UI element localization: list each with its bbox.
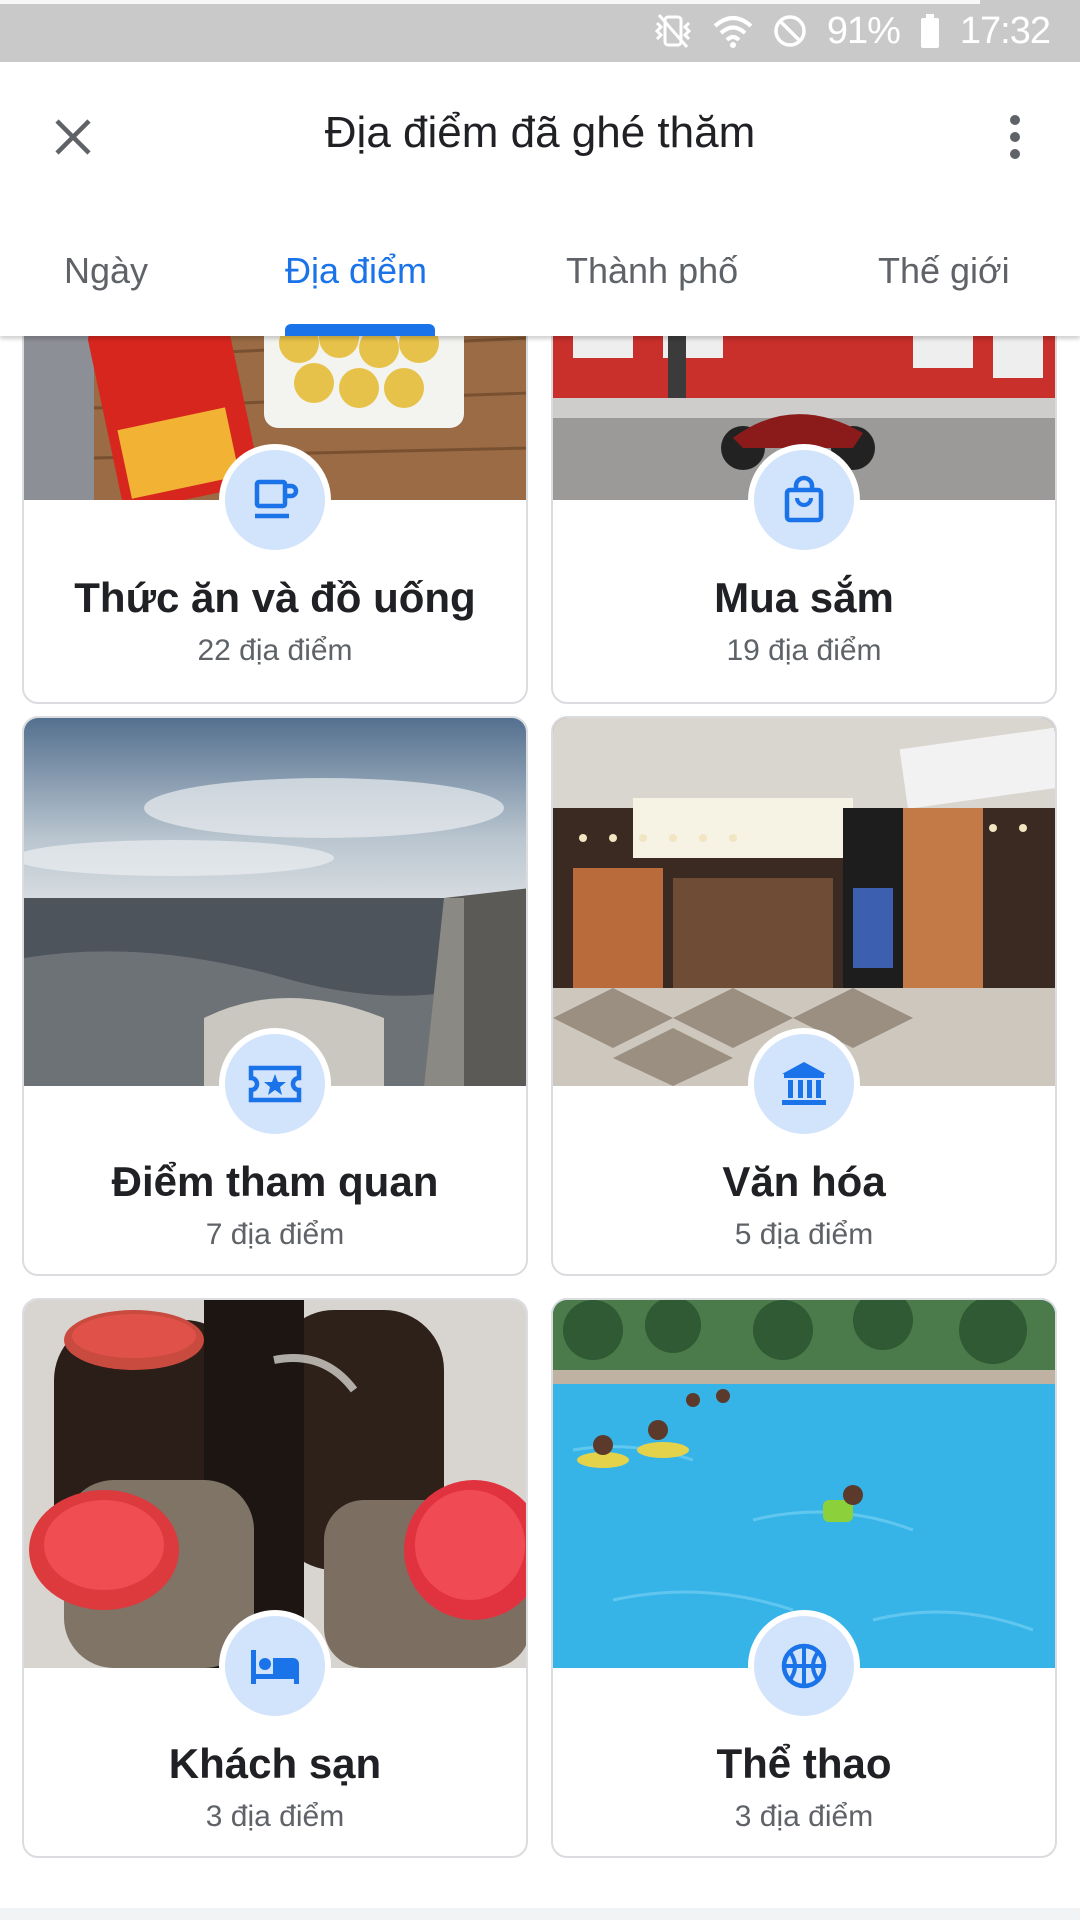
more-options-button[interactable]	[980, 102, 1050, 172]
category-card-hotels[interactable]: Khách sạn 3 địa điểm	[22, 1298, 528, 1858]
category-count: 5 địa điểm	[734, 1218, 874, 1251]
vibrate-icon	[653, 13, 693, 49]
category-count: 3 địa điểm	[734, 1800, 874, 1833]
category-title: Điểm tham quan	[111, 1158, 439, 1205]
category-card-culture[interactable]: Văn hóa 5 địa điểm	[551, 716, 1057, 1276]
tab-world[interactable]: Thế giới	[878, 250, 1010, 292]
category-card-shopping[interactable]: Mua sắm 19 địa điểm	[551, 336, 1057, 704]
next-row-edge	[0, 1908, 1080, 1920]
battery-percent: 91%	[826, 9, 901, 52]
museum-icon	[748, 1028, 860, 1140]
wifi-icon	[713, 14, 753, 48]
category-card-sports[interactable]: Thể thao 3 địa điểm	[551, 1298, 1057, 1858]
category-count: 3 địa điểm	[205, 1800, 345, 1833]
category-title: Thể thao	[716, 1740, 892, 1787]
category-count: 22 địa điểm	[197, 634, 353, 667]
tab-day[interactable]: Ngày	[64, 250, 148, 292]
category-count: 19 địa điểm	[726, 634, 882, 667]
coffee-cup-icon	[219, 444, 331, 556]
active-tab-indicator	[285, 324, 435, 336]
clock: 17:32	[959, 9, 1051, 52]
category-title: Văn hóa	[722, 1158, 886, 1205]
ticket-star-icon	[219, 1028, 331, 1140]
app-bar: Địa điểm đã ghé thăm	[0, 62, 1080, 210]
sports-ball-icon	[748, 1610, 860, 1722]
hotel-bed-icon	[219, 1610, 331, 1722]
category-title: Thức ăn và đồ uống	[74, 574, 476, 621]
page-title: Địa điểm đã ghé thăm	[324, 108, 756, 157]
shopping-bag-icon	[748, 444, 860, 556]
category-title: Khách sạn	[168, 1740, 382, 1787]
do-not-disturb-icon	[773, 14, 807, 48]
tab-cities[interactable]: Thành phố	[566, 250, 738, 292]
tab-bar: Ngày Địa điểm Thành phố Thế giới	[0, 210, 1080, 336]
status-bar: 91% 17:32	[0, 0, 1080, 62]
category-card-attractions[interactable]: Điểm tham quan 7 địa điểm	[22, 716, 528, 1276]
category-card-food-drink[interactable]: Thức ăn và đồ uống 22 địa điểm	[22, 336, 528, 704]
category-count: 7 địa điểm	[205, 1218, 345, 1251]
category-title: Mua sắm	[714, 574, 894, 621]
more-vert-icon	[1010, 115, 1020, 159]
category-grid: Thức ăn và đồ uống 22 địa điểm Mua sắm 1…	[0, 336, 1080, 1920]
status-bar-progress-line	[0, 0, 980, 4]
tab-places[interactable]: Địa điểm	[285, 250, 427, 292]
battery-icon	[920, 14, 940, 48]
